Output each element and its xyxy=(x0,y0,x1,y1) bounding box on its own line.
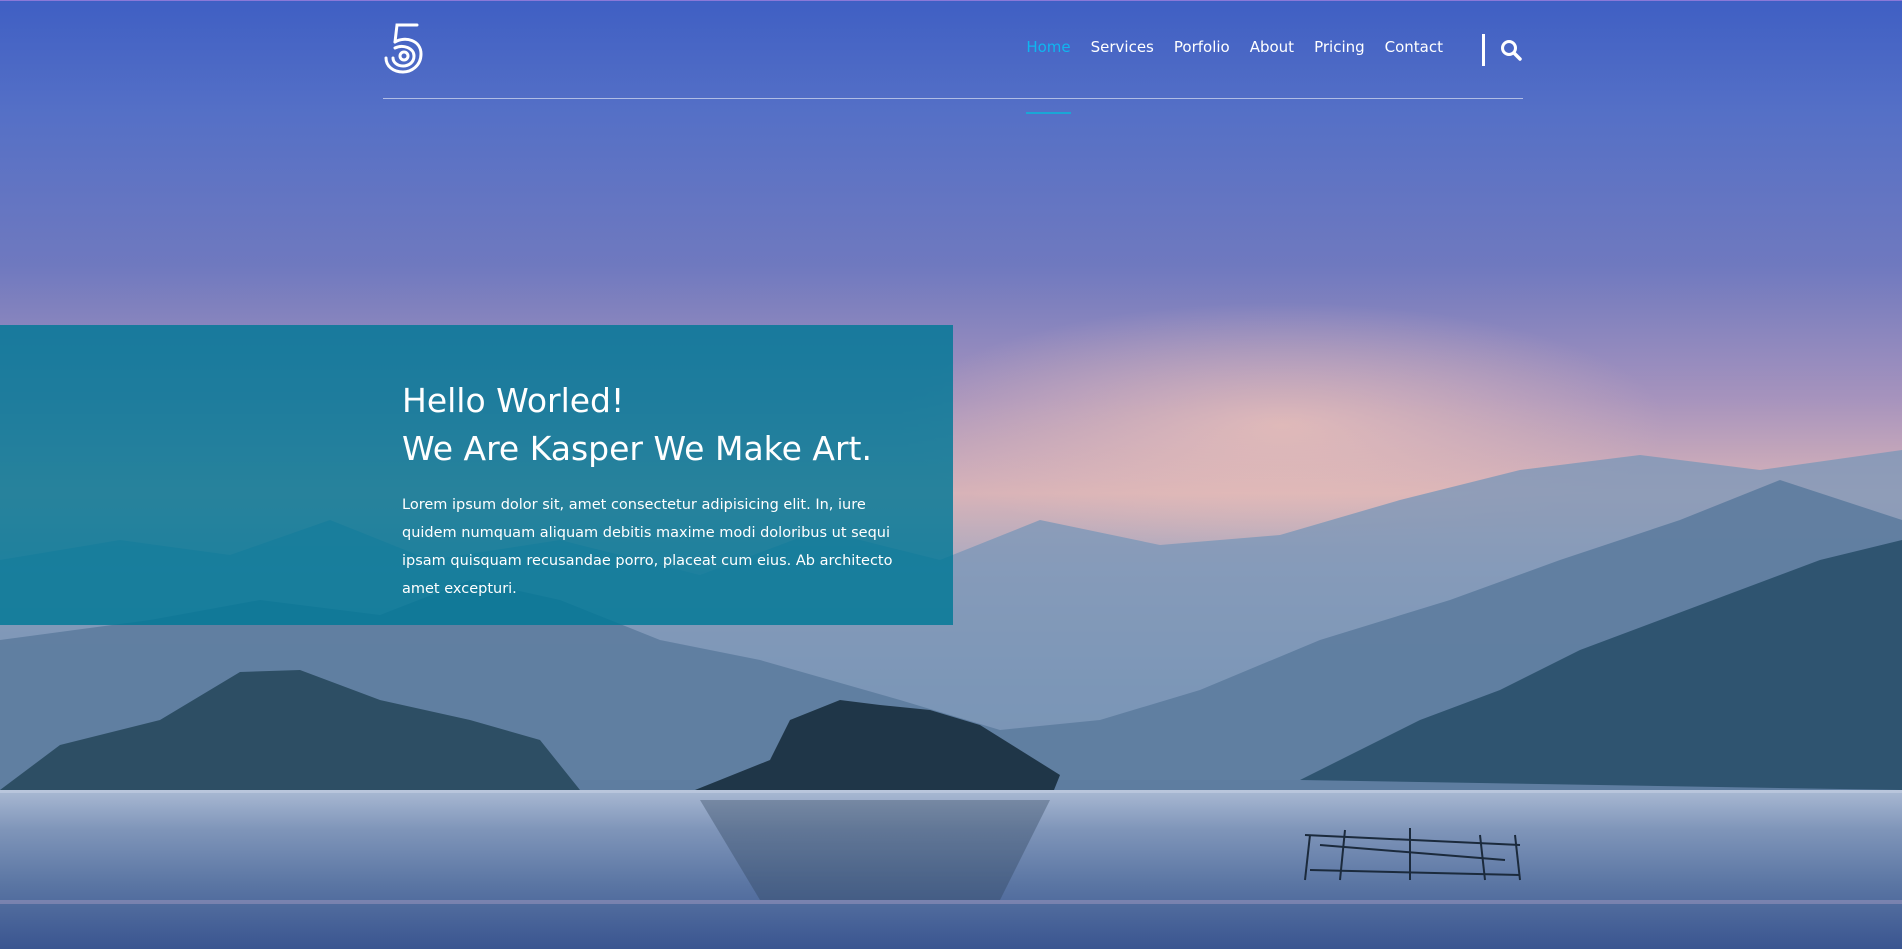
nav-link-portfolio[interactable]: Porfolio xyxy=(1174,38,1230,56)
nav-link-home[interactable]: Home xyxy=(1026,38,1071,114)
hero-title-line-1: Hello Worled! xyxy=(402,381,625,420)
main-navigation: Home Services Porfolio About Pricing Con… xyxy=(1006,38,1443,114)
nav-divider xyxy=(1482,34,1485,66)
site-header: Home Services Porfolio About Pricing Con… xyxy=(383,0,1523,114)
hero-title-line-2: We Are Kasper We Make Art. xyxy=(402,429,872,468)
hero-description: Lorem ipsum dolor sit, amet consectetur … xyxy=(402,497,893,597)
hero-panel: Hello Worled! We Are Kasper We Make Art.… xyxy=(0,325,953,625)
search-icon[interactable] xyxy=(1499,38,1523,62)
nav-link-about[interactable]: About xyxy=(1250,38,1294,56)
nav-link-contact[interactable]: Contact xyxy=(1385,38,1443,56)
spiral-5-logo-icon[interactable] xyxy=(383,22,425,74)
nav-link-services[interactable]: Services xyxy=(1091,38,1154,56)
nav-link-pricing[interactable]: Pricing xyxy=(1314,38,1365,56)
hero-title: Hello Worled! We Are Kasper We Make Art. xyxy=(402,377,922,473)
